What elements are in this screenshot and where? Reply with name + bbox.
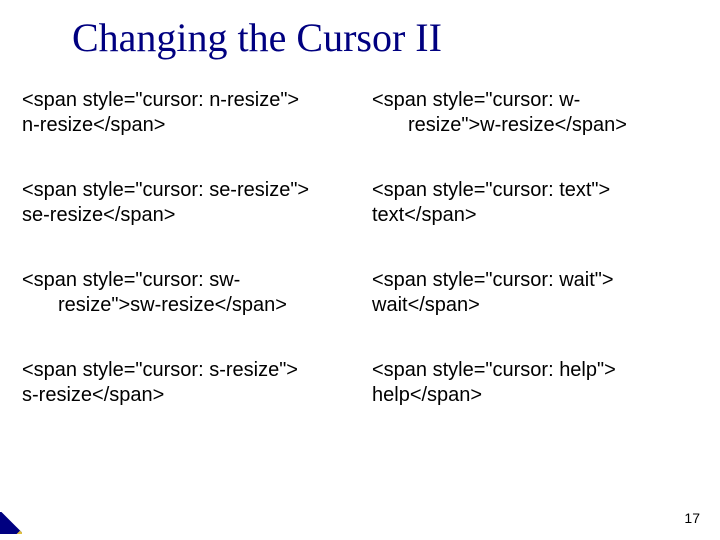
- code-entry: <span style="cursor: sw- resize">sw-resi…: [22, 268, 348, 318]
- code-entry: <span style="cursor: wait"> wait</span>: [372, 268, 698, 318]
- code-line: wait</span>: [372, 293, 698, 318]
- code-line: <span style="cursor: sw-: [22, 268, 348, 293]
- code-entry: <span style="cursor: help"> help</span>: [372, 358, 698, 408]
- code-line: se-resize</span>: [22, 203, 348, 228]
- code-line: resize">w-resize</span>: [408, 113, 698, 138]
- code-line: <span style="cursor: n-resize">: [22, 88, 348, 113]
- page-title: Changing the Cursor II: [22, 16, 698, 60]
- code-line: n-resize</span>: [22, 113, 348, 138]
- code-entry: <span style="cursor: text"> text</span>: [372, 178, 698, 228]
- page-number: 17: [684, 510, 700, 526]
- columns: <span style="cursor: n-resize"> n-resize…: [22, 88, 698, 448]
- code-entry: <span style="cursor: w- resize">w-resize…: [372, 88, 698, 138]
- column-left: <span style="cursor: n-resize"> n-resize…: [22, 88, 348, 448]
- code-line: <span style="cursor: s-resize">: [22, 358, 348, 383]
- code-line: text</span>: [372, 203, 698, 228]
- code-entry: <span style="cursor: n-resize"> n-resize…: [22, 88, 348, 138]
- code-line: <span style="cursor: w-: [372, 88, 698, 113]
- code-entry: <span style="cursor: s-resize"> s-resize…: [22, 358, 348, 408]
- corner-decoration-icon: [0, 512, 22, 534]
- column-right: <span style="cursor: w- resize">w-resize…: [372, 88, 698, 448]
- code-line: <span style="cursor: help">: [372, 358, 698, 383]
- code-line: resize">sw-resize</span>: [58, 293, 348, 318]
- code-line: s-resize</span>: [22, 383, 348, 408]
- code-entry: <span style="cursor: se-resize"> se-resi…: [22, 178, 348, 228]
- code-line: <span style="cursor: text">: [372, 178, 698, 203]
- code-line: help</span>: [372, 383, 698, 408]
- code-line: <span style="cursor: wait">: [372, 268, 698, 293]
- slide: Changing the Cursor II <span style="curs…: [0, 0, 720, 540]
- code-line: <span style="cursor: se-resize">: [22, 178, 348, 203]
